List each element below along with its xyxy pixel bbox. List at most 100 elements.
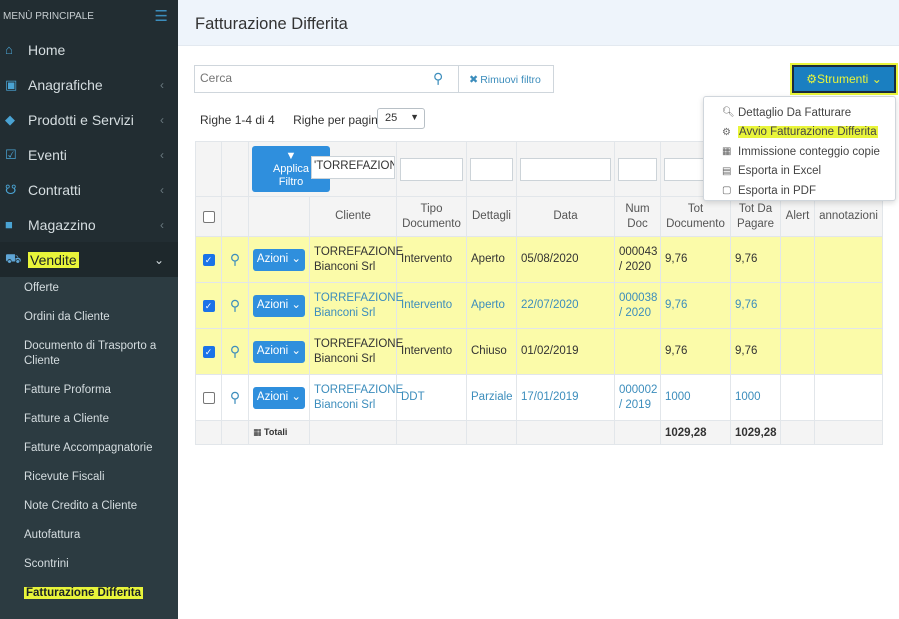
cell-tipo[interactable]: Intervento <box>396 282 467 329</box>
sidebar-item-label: Magazzino <box>28 216 96 233</box>
search-input[interactable] <box>200 71 420 85</box>
calendar-check-icon: ☑ <box>5 146 17 162</box>
gears-icon: ⚙ <box>806 72 817 86</box>
chevron-down-icon: ▼ <box>410 112 419 122</box>
cell-tipo[interactable]: DDT <box>396 374 467 421</box>
filter-data-input[interactable] <box>520 157 611 181</box>
cell-data[interactable]: 22/07/2020 <box>516 282 615 329</box>
submenu-item-fatturazione-differita[interactable]: Fatturazione Differita <box>0 586 178 601</box>
azioni-button[interactable]: Azioni ⌄ <box>253 248 305 271</box>
azioni-button[interactable]: Azioni ⌄ <box>253 386 305 409</box>
sidebar-item-prodotti[interactable]: ◆ Prodotti e Servizi ‹ <box>0 102 178 137</box>
submenu-item-ordini[interactable]: Ordini da Cliente <box>0 310 178 325</box>
menu-item-esporta-pdf[interactable]: ▢ Esporta in PDF <box>704 181 895 201</box>
column-header-tot-pagare[interactable]: Tot Da Pagare <box>730 196 781 237</box>
azioni-button[interactable]: Azioni ⌄ <box>253 294 305 317</box>
row-view-cell: ⚲ <box>221 374 249 421</box>
totals-label-cell: ▦ Totali <box>248 420 310 445</box>
submenu-item-autofattura[interactable]: Autofattura <box>0 528 178 543</box>
search-icon[interactable]: ⚲ <box>433 70 443 87</box>
totals-tot-pagare: 1029,28 <box>730 420 781 445</box>
column-header-dettagli[interactable]: Dettagli <box>466 196 517 237</box>
filter-num-input[interactable] <box>618 157 657 181</box>
menu-item-conteggio-copie[interactable]: ▦ Immissione conteggio copie <box>704 142 895 162</box>
cell-tot-pagare[interactable]: 1000 <box>730 374 781 421</box>
row-range: Righe 1-4 di 4 <box>200 113 275 127</box>
search-icon[interactable]: ⚲ <box>226 344 244 359</box>
submenu-item-accompagnatorie[interactable]: Fatture Accompagnatorie <box>0 441 178 456</box>
search-icon[interactable]: ⚲ <box>226 252 244 267</box>
filter-cell <box>396 141 467 197</box>
sidebar-item-magazzino[interactable]: ■ Magazzino ‹ <box>0 207 178 242</box>
search-icon[interactable]: ⚲ <box>226 390 244 405</box>
search-icon[interactable]: ⚲ <box>226 298 244 313</box>
column-header-cliente[interactable]: Cliente <box>309 196 397 237</box>
filter-tipo-input[interactable] <box>400 157 463 181</box>
chevron-left-icon: ‹ <box>160 112 164 127</box>
table-row[interactable]: ✓ ⚲ Azioni ⌄ TORREFAZIONE Bianconi Srl I… <box>195 236 883 283</box>
cell-tot-pagare: 9,76 <box>730 328 781 375</box>
totals-cell <box>309 420 397 445</box>
cell-tot-doc[interactable]: 9,76 <box>660 282 731 329</box>
column-header-data[interactable]: Data <box>516 196 615 237</box>
row-checkbox[interactable]: ✓ <box>202 299 215 312</box>
cell-dettagli: Aperto <box>466 236 517 283</box>
column-header-alert[interactable]: Alert <box>780 196 815 237</box>
cell-tot-pagare[interactable]: 9,76 <box>730 282 781 329</box>
row-checkbox[interactable]: ✓ <box>202 253 215 266</box>
row-checkbox-cell: ✓ <box>195 328 222 375</box>
clear-filter-button[interactable]: ✖ Rimuovi filtro <box>469 73 541 86</box>
filter-cliente-input[interactable]: 'TORREFAZION <box>311 156 395 179</box>
row-action-cell: Azioni ⌄ <box>248 374 310 421</box>
submenu-item-scontrini[interactable]: Scontrini <box>0 557 178 572</box>
submenu-item-proforma[interactable]: Fatture Proforma <box>0 383 178 398</box>
submenu-item-ddt[interactable]: Documento di Trasporto a Cliente <box>0 339 178 369</box>
cell-num-doc[interactable]: 000002 / 2019 <box>614 374 661 421</box>
filter-dettagli-input[interactable] <box>470 157 513 181</box>
cell-cliente[interactable]: TORREFAZIONE Bianconi Srl <box>309 282 403 329</box>
sidebar-item-vendite[interactable]: ⛟ Vendite ⌄ <box>0 242 178 277</box>
row-view-cell: ⚲ <box>221 328 249 375</box>
cell-tot-doc[interactable]: 1000 <box>660 374 731 421</box>
hamburger-menu-icon[interactable]: ☰ <box>155 7 168 25</box>
totals-cell <box>396 420 467 445</box>
search-divider <box>458 66 459 92</box>
chevron-down-icon: ⌄ <box>153 252 164 267</box>
azioni-label: Azioni <box>256 391 289 403</box>
sidebar-item-contratti[interactable]: ☋ Contratti ‹ <box>0 172 178 207</box>
table-row[interactable]: ⚲ Azioni ⌄ TORREFAZIONE Bianconi Srl DDT… <box>195 374 883 421</box>
sidebar-item-label: Vendite <box>28 251 79 268</box>
cell-dettagli[interactable]: Parziale <box>466 374 517 421</box>
column-header-num-doc[interactable]: Num Doc <box>614 196 661 237</box>
cell-num-doc: 000043 / 2020 <box>614 236 661 283</box>
cell-data[interactable]: 17/01/2019 <box>516 374 615 421</box>
submenu-item-offerte[interactable]: Offerte <box>0 281 178 296</box>
gear-icon: ⚙ <box>722 126 731 138</box>
sidebar-item-eventi[interactable]: ☑ Eventi ‹ <box>0 137 178 172</box>
submenu-item-note-credito[interactable]: Note Credito a Cliente <box>0 499 178 514</box>
header-row: Cliente Tipo Documento Dettagli Data Num… <box>195 196 883 237</box>
menu-item-dettaglio[interactable]: 🔍︎ Dettaglio Da Fatturare <box>704 103 895 123</box>
sidebar-item-anagrafiche[interactable]: ▣ Anagrafiche ‹ <box>0 67 178 102</box>
menu-item-avvio-fatturazione[interactable]: ⚙ Avvio Fatturazione Differita <box>704 123 895 143</box>
row-action-cell: Azioni ⌄ <box>248 282 310 329</box>
strumenti-button[interactable]: ⚙ Strumenti ⌄ <box>792 65 896 93</box>
row-checkbox[interactable]: ✓ <box>202 345 215 358</box>
column-header-tipo[interactable]: Tipo Documento <box>396 196 467 237</box>
rows-per-page-select[interactable]: 25 ▼ <box>377 108 425 129</box>
submenu-item-fatture-cliente[interactable]: Fatture a Cliente <box>0 412 178 427</box>
azioni-label: Azioni <box>256 299 289 311</box>
azioni-button[interactable]: Azioni ⌄ <box>253 340 305 363</box>
row-checkbox[interactable] <box>202 391 215 404</box>
submenu-item-ricevute[interactable]: Ricevute Fiscali <box>0 470 178 485</box>
cell-num-doc[interactable]: 000038 / 2020 <box>614 282 661 329</box>
table-row[interactable]: ✓ ⚲ Azioni ⌄ TORREFAZIONE Bianconi Srl I… <box>195 282 883 329</box>
select-all-checkbox[interactable] <box>202 210 215 223</box>
cell-cliente[interactable]: TORREFAZIONE Bianconi Srl <box>309 374 403 421</box>
cell-dettagli[interactable]: Aperto <box>466 282 517 329</box>
menu-item-esporta-excel[interactable]: ▤ Esporta in Excel <box>704 162 895 182</box>
sidebar-item-home[interactable]: ⌂ Home <box>0 32 178 67</box>
column-header-tot-doc[interactable]: Tot Documento <box>660 196 731 237</box>
column-header-annotazioni[interactable]: annotazioni <box>814 196 883 237</box>
table-row[interactable]: ✓ ⚲ Azioni ⌄ TORREFAZIONE Bianconi Srl I… <box>195 328 883 375</box>
